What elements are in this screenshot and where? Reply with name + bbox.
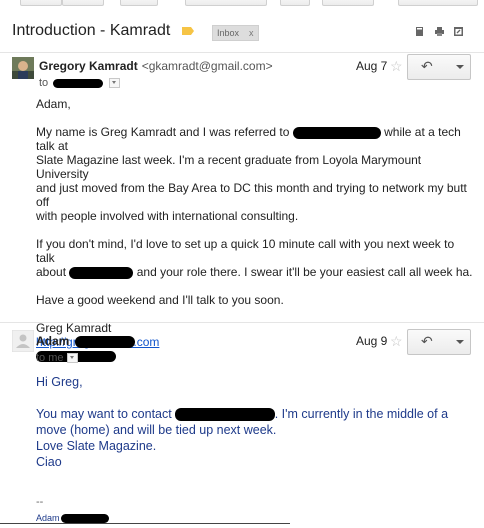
toolbar-button[interactable] (280, 0, 310, 6)
toolbar-button[interactable] (120, 0, 158, 6)
toolbar-button[interactable] (185, 0, 267, 6)
divider (0, 322, 484, 323)
redacted-name (292, 126, 381, 139)
reply-button[interactable]: ↶ (407, 54, 449, 80)
details-dropdown-icon[interactable] (66, 353, 78, 364)
print-icon[interactable] (434, 26, 445, 37)
more-actions-button[interactable] (448, 54, 471, 80)
greeting: Hi Greg, (36, 375, 83, 389)
toolbar-button[interactable] (398, 0, 478, 6)
new-window-icon[interactable] (453, 26, 464, 37)
redacted-signature (60, 514, 109, 524)
remove-label-icon[interactable]: x (249, 28, 254, 38)
greeting: Adam, (36, 97, 71, 111)
toolbar-button[interactable] (20, 0, 62, 6)
sender-name[interactable]: Gregory Kamradt <gkamradt@gmail.com> (39, 59, 273, 73)
recipient-line: to (39, 77, 121, 89)
sender-email: <gkamradt@gmail.com> (141, 59, 273, 73)
toolbar-button[interactable] (322, 0, 374, 6)
recipient-line: to me (36, 352, 78, 364)
inbox-label-chip[interactable]: Inbox x (212, 25, 259, 41)
star-icon[interactable]: ☆ (390, 334, 403, 348)
toolbar-strip (0, 0, 484, 6)
to-prefix: to (39, 77, 49, 89)
star-icon[interactable]: ☆ (390, 59, 403, 73)
thread-subject: Introduction - Kamradt (12, 22, 171, 39)
divider (0, 523, 290, 524)
message-date: Aug 9 (356, 334, 388, 348)
message-date: Aug 7 (356, 59, 388, 73)
reply-icon: ↶ (421, 58, 433, 74)
divider (0, 52, 484, 53)
signature-name: Adam (36, 513, 109, 524)
reply-button[interactable]: ↶ (407, 329, 449, 355)
subject-row: Introduction - Kamradt Inbox x (0, 22, 484, 44)
reply-body: Hi Greg, You may want to contact. I'm cu… (36, 374, 476, 470)
inbox-label-text: Inbox (217, 28, 240, 38)
archive-icon[interactable] (414, 26, 425, 37)
redacted-contact (174, 408, 275, 422)
sender-name[interactable]: Adam (36, 334, 135, 348)
details-dropdown-icon[interactable] (109, 78, 121, 89)
signature-separator: -- (36, 496, 44, 508)
toolbar-button[interactable] (62, 0, 104, 6)
reply-icon: ↶ (421, 333, 433, 349)
redacted-surname (74, 335, 135, 348)
more-actions-button[interactable] (448, 329, 471, 355)
important-marker-icon[interactable] (182, 27, 194, 35)
redacted-recipient (53, 78, 104, 88)
message-body: Adam, My name is Greg Kamradt and I was … (36, 97, 476, 363)
avatar (11, 329, 35, 353)
redacted-company (69, 266, 134, 279)
avatar (12, 57, 34, 79)
